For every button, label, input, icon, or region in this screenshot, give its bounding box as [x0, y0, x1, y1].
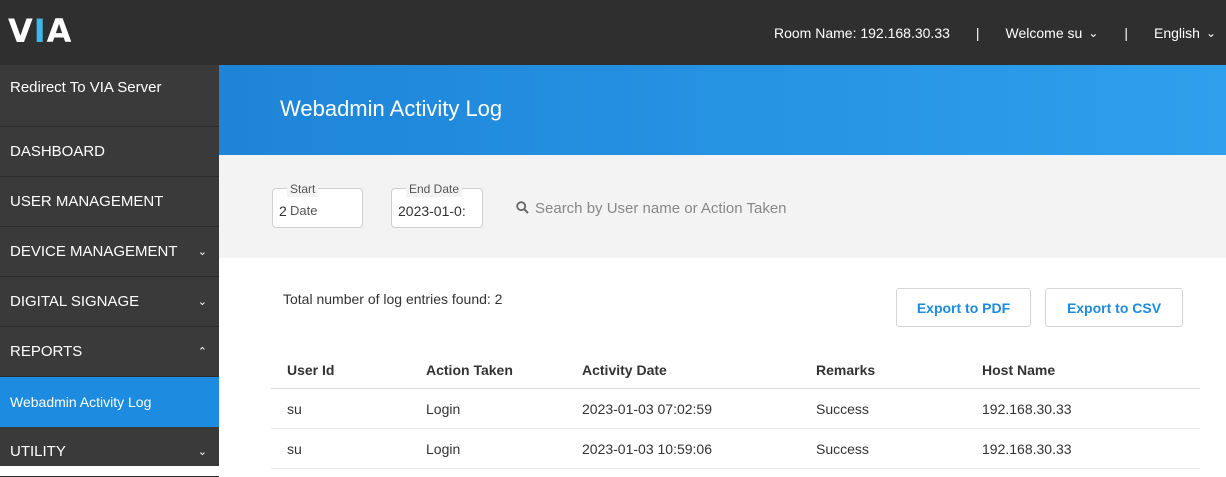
- sidebar-item-redirect[interactable]: Redirect To VIA Server: [0, 65, 219, 127]
- separator: |: [1124, 24, 1129, 41]
- sidebar-item-label: Webadmin Activity Log: [10, 394, 152, 410]
- column-header[interactable]: Activity Date: [566, 352, 800, 389]
- sidebar-item-webadmin-activity-log[interactable]: Webadmin Activity Log: [0, 377, 219, 427]
- start-date-legend: Start: [287, 181, 319, 197]
- via-logo[interactable]: VIA: [8, 14, 72, 48]
- cell-date: 2023-01-03 10:59:06: [566, 428, 800, 469]
- search-icon: [516, 200, 529, 217]
- cell-remarks: Success: [800, 388, 966, 429]
- start-date-value: 2: [279, 203, 287, 219]
- cell-action: Login: [410, 428, 566, 469]
- chevron-down-icon: ⌄: [1205, 25, 1216, 40]
- sidebar-item-label: DIGITAL SIGNAGE: [10, 293, 140, 310]
- sidebar-item-label: REPORTS: [10, 343, 83, 360]
- sidebar-item-label: DASHBOARD: [10, 143, 106, 160]
- search-input[interactable]: Search by User name or Action Taken: [516, 200, 787, 217]
- sidebar-item-reports[interactable]: REPORTS ⌃: [0, 327, 219, 377]
- column-header[interactable]: Remarks: [800, 352, 966, 389]
- column-header[interactable]: Action Taken: [410, 352, 566, 389]
- log-count: Total number of log entries found: 2: [283, 291, 503, 307]
- sidebar-item-label: DEVICE MANAGEMENT: [10, 243, 178, 260]
- room-name: Room Name: 192.168.30.33: [774, 24, 950, 41]
- separator: |: [975, 24, 980, 41]
- end-date-value: 2023-01-0:: [398, 203, 466, 219]
- cell-user-id: su: [271, 428, 410, 469]
- welcome-user-dropdown[interactable]: Welcome su ⌄: [1006, 25, 1099, 41]
- cell-date: 2023-01-03 07:02:59: [566, 388, 800, 429]
- language-dropdown[interactable]: English ⌄: [1154, 25, 1216, 41]
- page-title: Webadmin Activity Log: [280, 96, 503, 121]
- cell-host: 192.168.30.33: [966, 388, 1200, 429]
- end-date-legend: End Date: [406, 181, 463, 197]
- page-header: Webadmin Activity Log: [219, 65, 1226, 155]
- cell-action: Login: [410, 388, 566, 429]
- cell-user-id: su: [271, 388, 410, 429]
- chevron-down-icon: ⌄: [1088, 25, 1099, 40]
- sidebar-item-user-management[interactable]: USER MANAGEMENT: [0, 177, 219, 227]
- sidebar-item-digital-signage[interactable]: DIGITAL SIGNAGE ⌄: [0, 277, 219, 327]
- column-header[interactable]: User Id: [271, 352, 410, 389]
- chevron-down-icon: ⌄: [197, 446, 207, 458]
- language-label: English: [1154, 24, 1200, 41]
- chevron-down-icon: ⌄: [197, 246, 207, 258]
- start-date-field[interactable]: Start 2 Date: [272, 181, 363, 228]
- sidebar-item-utility[interactable]: UTILITY ⌄: [0, 427, 219, 477]
- sidebar-item-label: Redirect To VIA Server: [10, 79, 162, 96]
- chevron-up-icon: ⌃: [197, 346, 207, 358]
- sidebar: Redirect To VIA Server DASHBOARD USER MA…: [0, 65, 219, 477]
- search-placeholder: Search by User name or Action Taken: [535, 200, 787, 217]
- activity-log-table: User Id Action Taken Activity Date Remar…: [271, 352, 1200, 469]
- start-date-legend-2: Date: [290, 203, 318, 218]
- sidebar-item-label: USER MANAGEMENT: [10, 193, 164, 210]
- end-date-field[interactable]: End Date 2023-01-0:: [391, 181, 483, 228]
- table-header-row: User Id Action Taken Activity Date Remar…: [271, 352, 1200, 389]
- cell-remarks: Success: [800, 428, 966, 469]
- export-pdf-button[interactable]: Export to PDF: [896, 288, 1031, 327]
- column-header[interactable]: Host Name: [966, 352, 1200, 389]
- table-row: su Login 2023-01-03 07:02:59 Success 192…: [271, 388, 1200, 429]
- sidebar-item-device-management[interactable]: DEVICE MANAGEMENT ⌄: [0, 227, 219, 277]
- cell-host: 192.168.30.33: [966, 428, 1200, 469]
- top-bar: VIA Room Name: 192.168.30.33 | Welcome s…: [0, 0, 1226, 65]
- table-row: su Login 2023-01-03 10:59:06 Success 192…: [271, 428, 1200, 469]
- export-csv-button[interactable]: Export to CSV: [1045, 288, 1183, 327]
- top-nav: Room Name: 192.168.30.33 | Welcome su ⌄ …: [774, 0, 1216, 65]
- sidebar-item-label: UTILITY: [10, 443, 66, 460]
- welcome-label: Welcome su: [1005, 24, 1083, 41]
- sidebar-item-dashboard[interactable]: DASHBOARD: [0, 127, 219, 177]
- chevron-down-icon: ⌄: [197, 296, 207, 308]
- filter-bar: Start 2 Date End Date 2023-01-0: Search …: [219, 155, 1226, 258]
